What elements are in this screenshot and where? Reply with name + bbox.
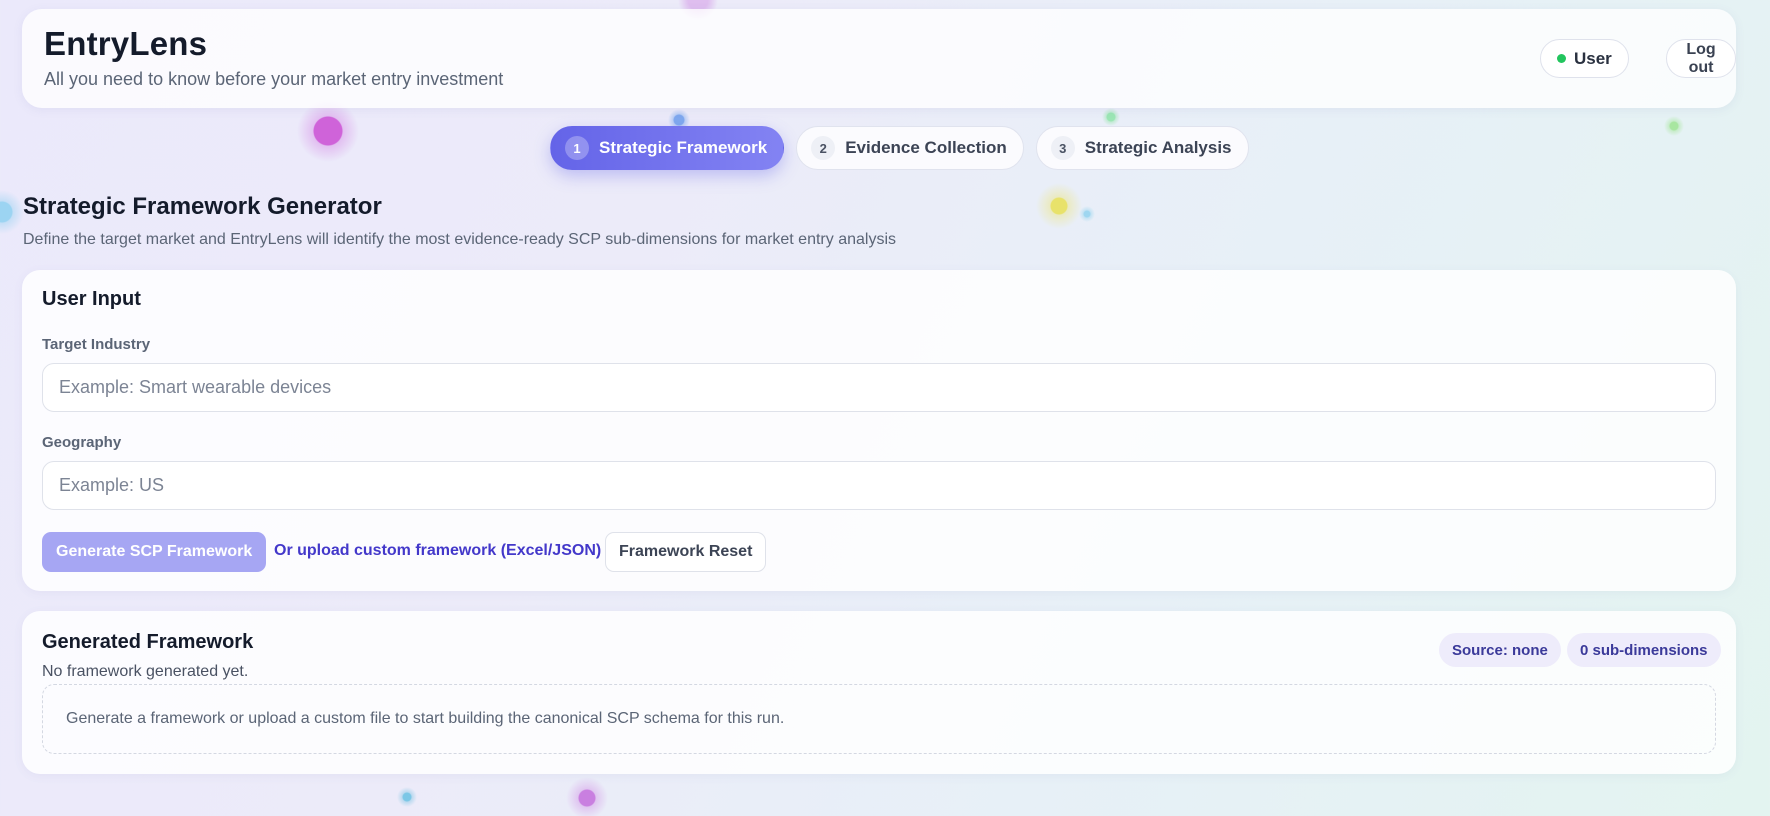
decor-bubble	[1036, 183, 1082, 229]
step-number: 2	[811, 136, 836, 160]
app-subtitle: All you need to know before your market …	[44, 69, 504, 89]
step-strategic-analysis[interactable]: 3 Strategic Analysis	[1035, 126, 1249, 170]
framework-reset-button[interactable]: Framework Reset	[605, 532, 767, 572]
step-number: 1	[565, 136, 589, 160]
step-label: Strategic Framework	[599, 138, 768, 157]
app-title: EntryLens	[44, 25, 208, 62]
sub-dimension-count-badge: 0 sub-dimensions	[1567, 633, 1721, 667]
user-menu[interactable]: User	[1540, 39, 1629, 78]
app-header: EntryLens All you need to know before yo…	[22, 9, 1736, 108]
generate-scp-framework-button[interactable]: Generate SCP Framework	[42, 532, 267, 572]
decor-bubble	[1079, 206, 1095, 222]
step-strategic-framework[interactable]: 1 Strategic Framework	[550, 126, 785, 170]
page-title: Strategic Framework Generator	[23, 193, 382, 220]
decor-bubble	[566, 777, 608, 816]
user-label: User	[1574, 48, 1612, 68]
decor-bubble	[1664, 116, 1684, 136]
geography-label: Geography	[42, 434, 122, 451]
decor-bubble	[0, 190, 24, 234]
decor-bubble	[297, 100, 359, 162]
geography-input[interactable]	[42, 461, 1716, 510]
page-description: Define the target market and EntryLens w…	[23, 231, 896, 248]
workflow-stepper: 1 Strategic Framework 2 Evidence Collect…	[550, 126, 1249, 170]
source-badge: Source: none	[1439, 633, 1561, 667]
decor-bubble	[397, 787, 417, 807]
decor-bubble	[1102, 108, 1120, 126]
step-label: Strategic Analysis	[1084, 138, 1232, 157]
step-label: Evidence Collection	[845, 138, 1007, 157]
generated-framework-card: Generated Framework No framework generat…	[22, 611, 1736, 774]
online-status-icon	[1557, 54, 1566, 63]
upload-framework-link[interactable]: Or upload custom framework (Excel/JSON)	[274, 542, 601, 560]
target-industry-input[interactable]	[42, 363, 1716, 412]
logout-button[interactable]: Log out	[1666, 39, 1736, 78]
user-input-card: User Input Target Industry Geography Gen…	[22, 270, 1736, 591]
target-industry-label: Target Industry	[42, 336, 151, 353]
user-input-title: User Input	[42, 288, 141, 310]
generated-framework-title: Generated Framework	[42, 631, 254, 653]
framework-status-text: No framework generated yet.	[42, 663, 249, 680]
step-evidence-collection[interactable]: 2 Evidence Collection	[796, 126, 1024, 170]
step-number: 3	[1050, 136, 1075, 160]
empty-state-message: Generate a framework or upload a custom …	[42, 684, 1716, 754]
